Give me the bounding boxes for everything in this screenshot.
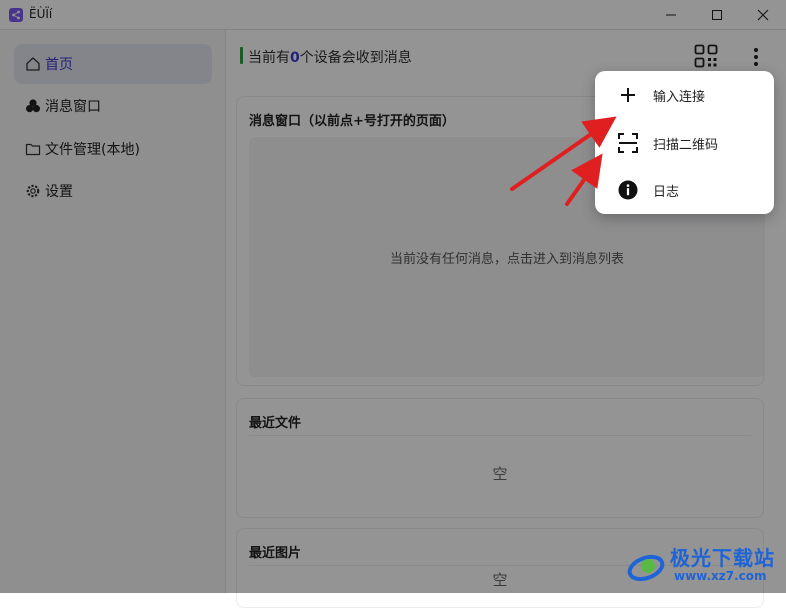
menu-item-label: 日志 xyxy=(653,184,680,200)
menu-item-log[interactable]: 日志 xyxy=(595,167,774,213)
menu-item-scan-qr[interactable]: 扫描二维码 xyxy=(595,120,774,166)
add-menu-popup: 输入连接 扫描二维码 日志 xyxy=(595,71,774,214)
scan-icon xyxy=(617,132,639,154)
watermark: 极光下载站 www.xz7.com xyxy=(626,540,782,588)
menu-item-input-connection[interactable]: 输入连接 xyxy=(595,72,774,118)
watermark-url: www.xz7.com xyxy=(674,569,767,583)
plus-icon xyxy=(617,84,639,106)
watermark-logo-icon xyxy=(627,554,665,582)
watermark-brand: 极光下载站 xyxy=(670,546,775,570)
info-icon xyxy=(617,179,639,201)
menu-item-label: 扫描二维码 xyxy=(653,137,719,153)
menu-item-label: 输入连接 xyxy=(653,89,706,105)
